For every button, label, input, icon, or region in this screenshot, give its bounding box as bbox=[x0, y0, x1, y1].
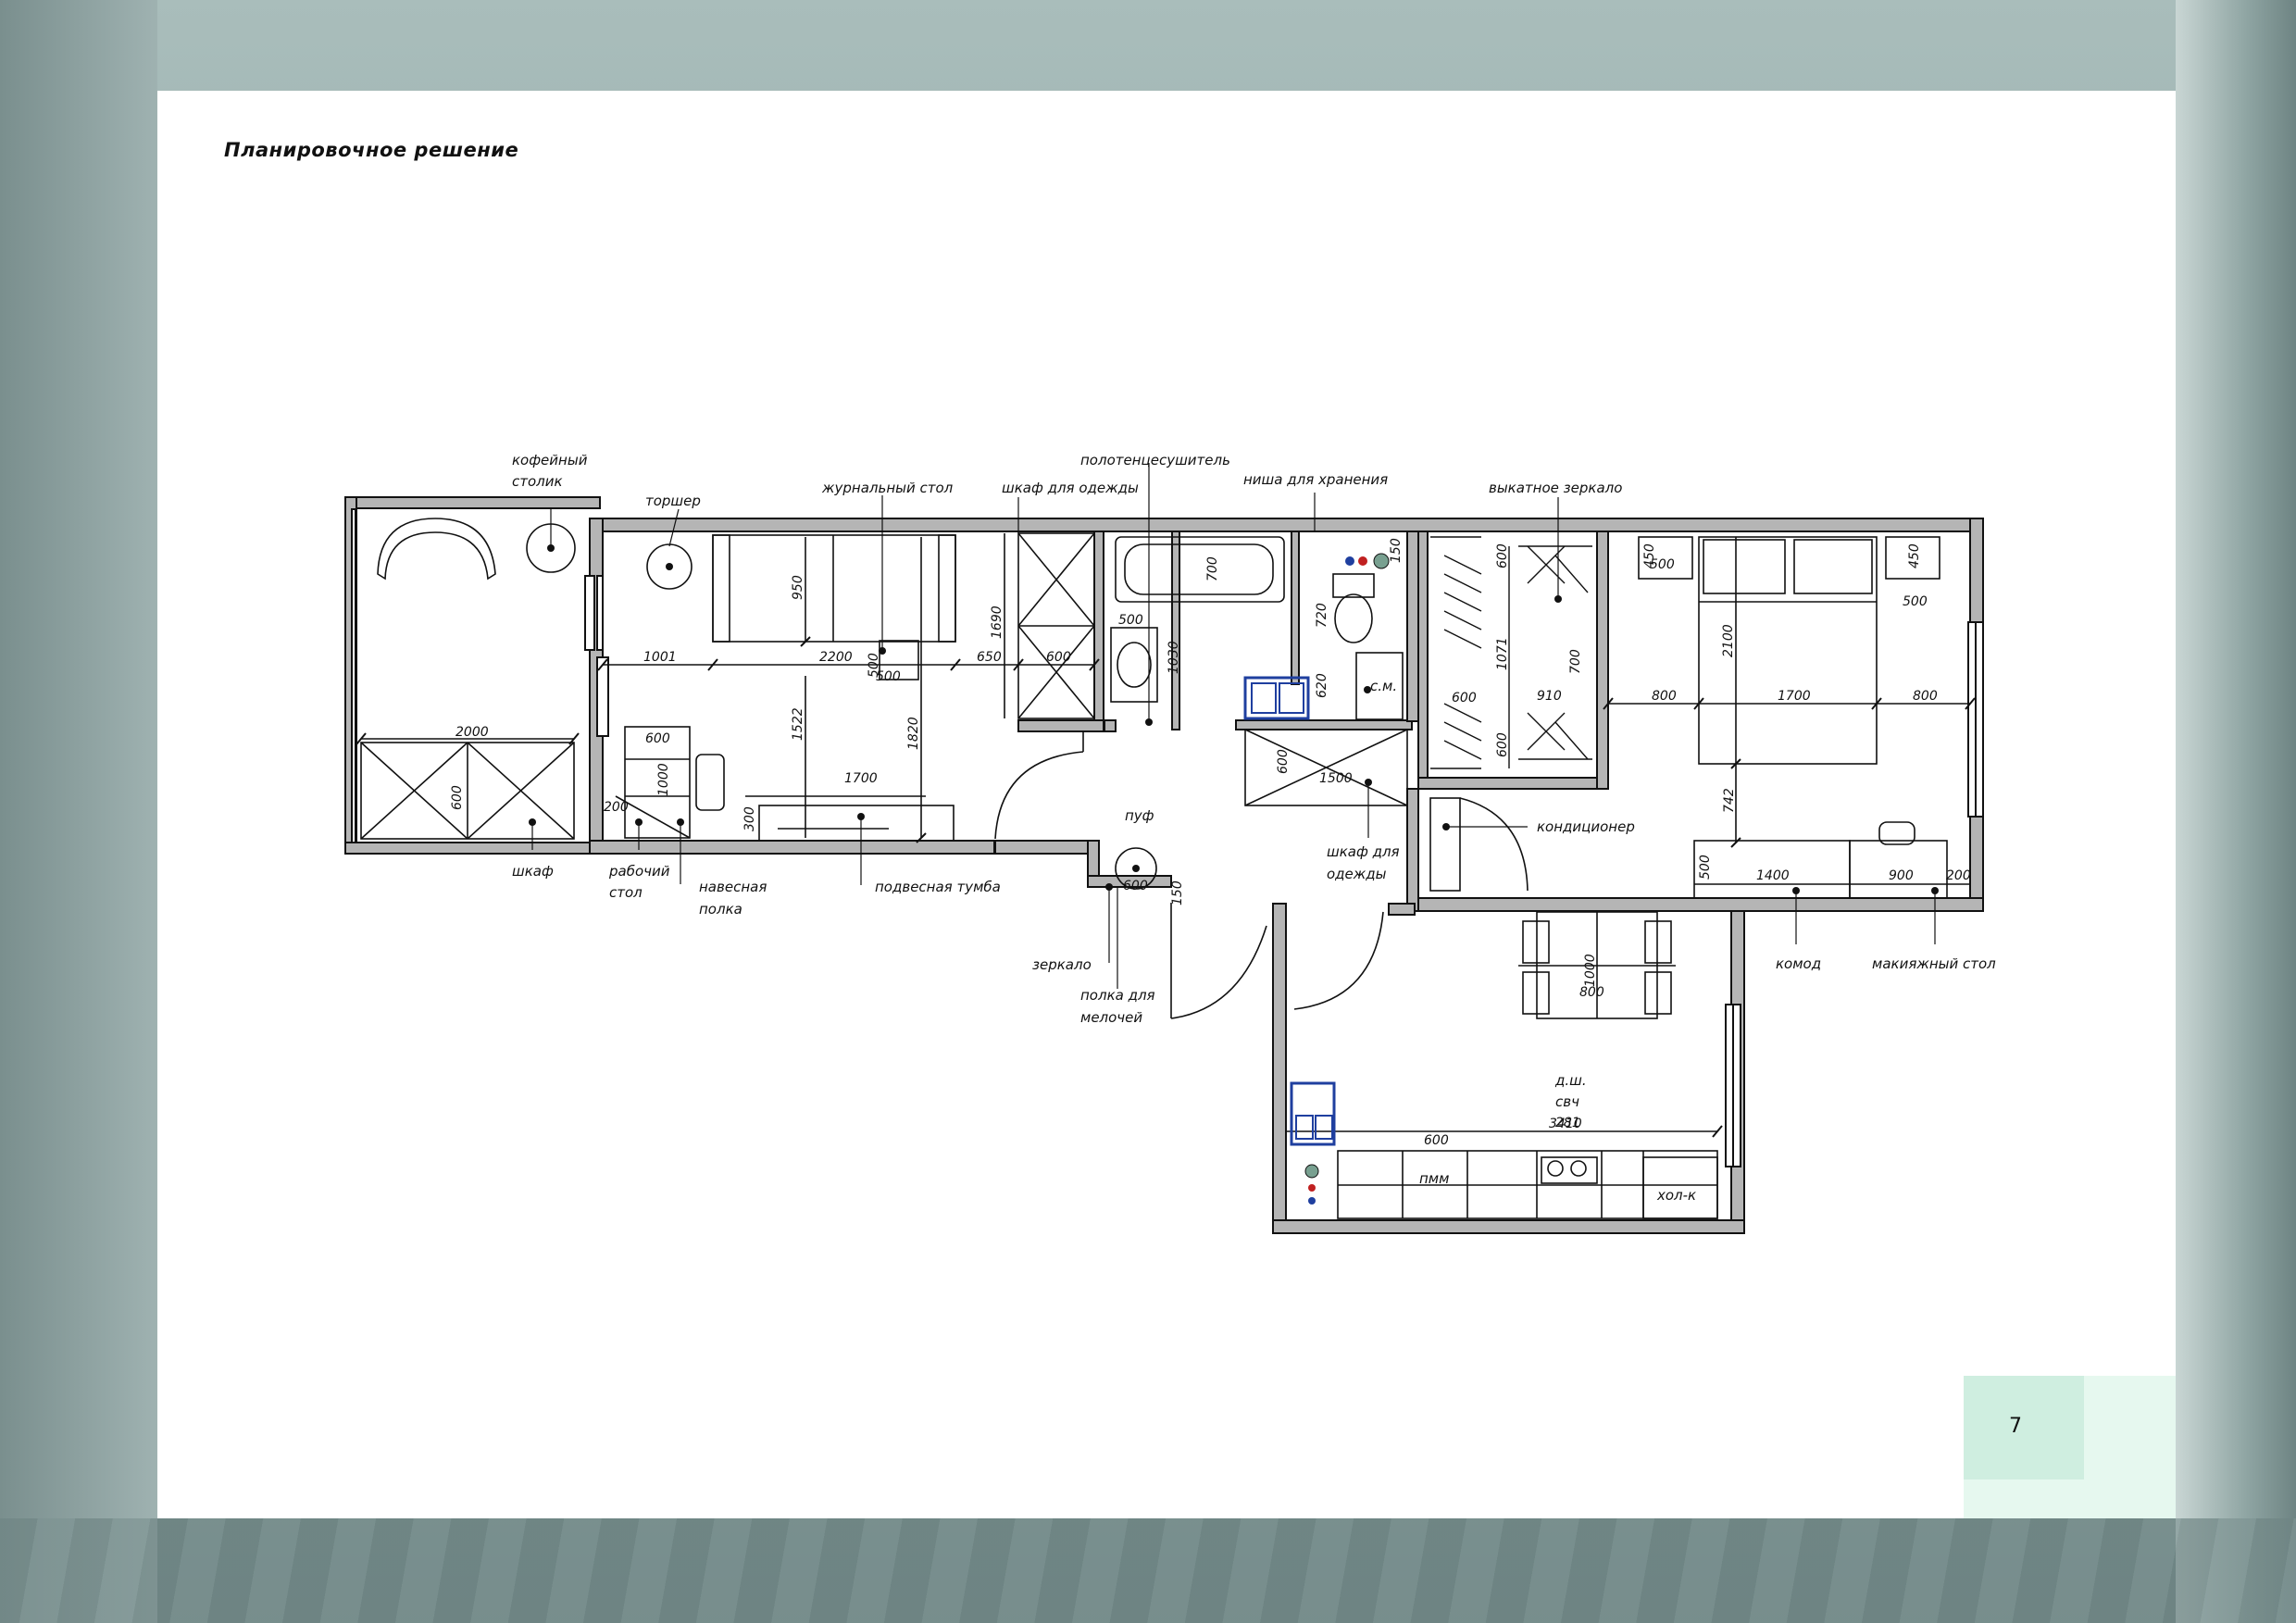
page-number: 7 bbox=[2009, 1415, 2022, 1438]
dim-1400: 1400 bbox=[1756, 868, 1790, 883]
dim-900: 900 bbox=[1889, 868, 1914, 883]
dim-620: 620 bbox=[1315, 673, 1329, 698]
label-storage-niche: ниша для хранения bbox=[1243, 471, 1388, 488]
dim-700-bath: 700 bbox=[1205, 556, 1220, 581]
dim-2200: 2200 bbox=[819, 650, 853, 665]
dim-2100: 2100 bbox=[1721, 624, 1736, 657]
label-washer: с.м. bbox=[1370, 678, 1397, 694]
label-pouf: пуф bbox=[1125, 807, 1154, 824]
dim-281: 281 bbox=[1555, 1116, 1580, 1130]
label-coffee-table-2: столик bbox=[512, 473, 563, 490]
dim-720: 720 bbox=[1315, 603, 1329, 628]
page-number-tile-accent-bottom bbox=[1964, 1479, 2084, 1518]
label-dw-short: пмм bbox=[1419, 1170, 1449, 1187]
dim-1071: 1071 bbox=[1495, 637, 1510, 670]
dim-600-kitchen: 600 bbox=[1424, 1133, 1449, 1148]
dim-700-dressing: 700 bbox=[1568, 649, 1583, 674]
label-change-shelf-2: мелочей bbox=[1080, 1009, 1142, 1026]
dim-500-nightstand-right: 500 bbox=[1903, 594, 1928, 609]
dim-600-rack-top: 600 bbox=[1495, 543, 1510, 568]
dim-600-desk: 600 bbox=[645, 731, 670, 746]
dim-1001: 1001 bbox=[643, 650, 677, 665]
dim-600-shelf: 600 bbox=[1123, 879, 1148, 893]
hall-furniture bbox=[994, 729, 1529, 1019]
dim-910: 910 bbox=[1537, 689, 1562, 704]
label-air-conditioner: кондиционер bbox=[1537, 818, 1635, 835]
label-hanging-shelf-2: полка bbox=[699, 901, 742, 918]
label-fridge: хол-к bbox=[1656, 1187, 1696, 1204]
label-wardrobe-left: шкаф bbox=[512, 863, 554, 880]
label-vanity-table: макияжный стол bbox=[1872, 955, 1996, 972]
dim-600-balcony: 600 bbox=[450, 785, 465, 810]
label-dresser: комод bbox=[1776, 955, 1821, 972]
dim-450-right: 450 bbox=[1907, 543, 1922, 568]
dim-1522: 1522 bbox=[791, 707, 805, 741]
dim-1500: 1500 bbox=[1319, 771, 1353, 786]
dim-800-right: 800 bbox=[1913, 689, 1938, 704]
dim-1690: 1690 bbox=[990, 606, 1004, 639]
label-towel-dryer: полотенцесушитель bbox=[1080, 452, 1230, 468]
dim-800-left: 800 bbox=[1652, 689, 1677, 704]
dim-200-desk: 200 bbox=[604, 800, 629, 815]
label-work-desk-2: стол bbox=[609, 884, 643, 901]
dim-600-rack-bottom: 600 bbox=[1495, 732, 1510, 757]
dim-742: 742 bbox=[1722, 788, 1737, 813]
label-coffee-table: кофейный bbox=[512, 452, 588, 468]
label-wardrobe-hall: шкаф для bbox=[1327, 843, 1400, 860]
dim-2000: 2000 bbox=[455, 725, 489, 740]
label-wardrobe-top: шкаф для одежды bbox=[1002, 480, 1139, 496]
dim-1000-desk: 1000 bbox=[656, 763, 671, 796]
dim-500-dresser: 500 bbox=[1698, 855, 1713, 880]
label-mirror: зеркало bbox=[1032, 956, 1092, 973]
label-wardrobe-hall-2: одежды bbox=[1327, 866, 1387, 882]
dim-1000-dining: 1000 bbox=[1583, 954, 1598, 987]
dim-150-shelf: 150 bbox=[1170, 880, 1185, 905]
dim-200-vanity: 200 bbox=[1946, 868, 1971, 883]
bedroom-furniture bbox=[1608, 536, 1970, 899]
label-pull-out-mirror: выкатное зеркало bbox=[1489, 480, 1622, 496]
dim-950: 950 bbox=[791, 575, 805, 600]
dim-500-sink: 500 bbox=[1118, 613, 1143, 628]
dim-600-hall: 600 bbox=[1276, 749, 1291, 774]
dim-1030: 1030 bbox=[1167, 641, 1181, 674]
label-magazine-table: журнальный стол bbox=[821, 480, 954, 496]
dim-650: 650 bbox=[977, 650, 1002, 665]
label-dishwasher: д.ш. bbox=[1554, 1072, 1587, 1089]
label-floor-lamp: торшер bbox=[645, 493, 701, 509]
dim-150-niche: 150 bbox=[1389, 538, 1404, 563]
dim-1700-living: 1700 bbox=[844, 771, 878, 786]
label-change-shelf: полка для bbox=[1080, 987, 1155, 1004]
label-microwave: свч bbox=[1555, 1093, 1579, 1110]
label-work-desk: рабочий bbox=[608, 863, 670, 880]
dim-600-wardrobe: 600 bbox=[1046, 650, 1071, 665]
bathroom-fixtures bbox=[1110, 536, 1404, 720]
label-hanging-shelf: навесная bbox=[699, 879, 767, 895]
balcony-furniture bbox=[360, 518, 576, 840]
page-number-tile bbox=[1964, 1376, 2084, 1479]
dim-300: 300 bbox=[742, 806, 757, 831]
dim-1700-bed: 1700 bbox=[1778, 689, 1811, 704]
living-furniture bbox=[603, 532, 1095, 842]
dim-1820: 1820 bbox=[906, 717, 921, 750]
kitchen-furniture bbox=[1287, 911, 1718, 1219]
dim-800-dining: 800 bbox=[1579, 985, 1604, 1000]
dim-500-nightstand-left: 500 bbox=[1650, 557, 1675, 572]
floor-plan: кофейный столик торшер журнальный стол ш… bbox=[344, 452, 1996, 1234]
page-number-tile-accent bbox=[2084, 1376, 2176, 1518]
kitchen-accents bbox=[1290, 1081, 1336, 1205]
dim-500-table-h: 500 bbox=[876, 669, 901, 684]
dim-600-dressing: 600 bbox=[1452, 691, 1477, 705]
label-hanging-cabinet: подвесная тумба bbox=[875, 879, 1001, 895]
